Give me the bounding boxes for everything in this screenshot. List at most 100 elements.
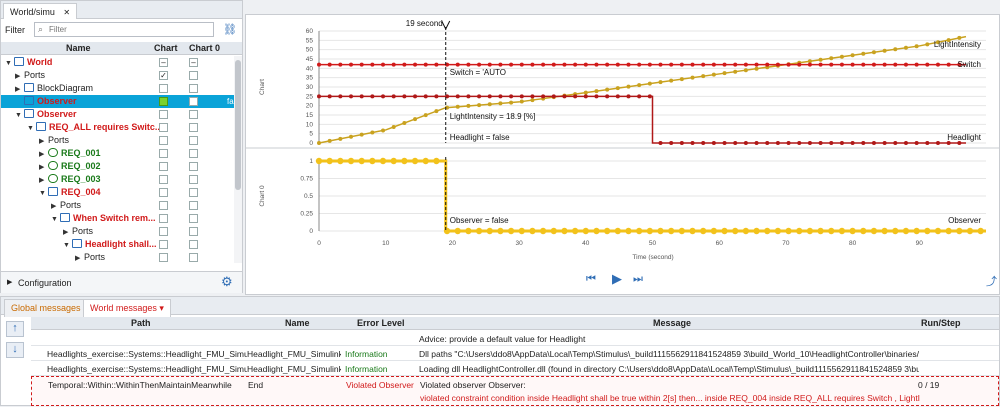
data-point: [477, 103, 482, 108]
col-message[interactable]: Message: [653, 317, 691, 329]
tree-row-label: Headlight shall...: [85, 239, 157, 249]
tree-row[interactable]: ▼ World – –: [1, 56, 234, 69]
col-name[interactable]: Name: [285, 317, 310, 329]
chart-checkbox[interactable]: [159, 84, 168, 93]
chart-checkbox[interactable]: [189, 162, 198, 171]
chart-checkbox[interactable]: [189, 214, 198, 223]
message-row[interactable]: Headlights_exercise::Systems::Headlight_…: [31, 361, 999, 376]
chart-checkbox[interactable]: [159, 136, 168, 145]
tab-world-simu[interactable]: World/simu ✕: [3, 3, 78, 19]
data-point: [775, 62, 780, 67]
chart-checkbox[interactable]: ✓: [189, 97, 198, 106]
x-tick-label: 10: [382, 240, 390, 247]
y-tick-label: 50: [306, 47, 314, 54]
chart-checkbox[interactable]: [159, 227, 168, 236]
tree-row[interactable]: ▶ REQ_001: [1, 147, 234, 160]
chart-checkbox[interactable]: [189, 201, 198, 210]
block-icon: [24, 109, 34, 118]
data-point: [498, 101, 503, 106]
chart-checkbox[interactable]: [189, 175, 198, 184]
block-icon: [48, 174, 58, 183]
data-point: [733, 141, 738, 145]
chart-checkbox[interactable]: [189, 136, 198, 145]
rewind-button[interactable]: ⏮: [586, 273, 596, 286]
chart-checkbox[interactable]: [189, 240, 198, 249]
chevron-right-icon[interactable]: ▶: [75, 252, 84, 263]
data-point: [509, 94, 514, 99]
col-run-step[interactable]: Run/Step: [921, 317, 961, 329]
data-point: [710, 227, 718, 235]
chart-checkbox[interactable]: [189, 149, 198, 158]
chart-checkbox[interactable]: [159, 110, 168, 119]
tree-row[interactable]: ▶ REQ_003: [1, 173, 234, 186]
tree-row[interactable]: ▶ Ports: [1, 134, 234, 147]
data-point: [850, 62, 855, 67]
chart-checkbox[interactable]: [189, 188, 198, 197]
tab-world-messages[interactable]: World messages ▾: [83, 299, 171, 317]
chart-checkbox[interactable]: [159, 123, 168, 132]
tree-row[interactable]: ▼ REQ_004: [1, 186, 234, 199]
scrollbar-thumb[interactable]: [235, 60, 241, 190]
data-point: [605, 87, 610, 92]
block-icon: [60, 213, 70, 222]
chart-checkbox[interactable]: [159, 149, 168, 158]
tree-row[interactable]: ▶ BlockDiagram: [1, 82, 234, 95]
tree-row[interactable]: ▶ Ports: [1, 251, 234, 263]
col-error-level[interactable]: Error Level: [357, 317, 405, 329]
data-point: [818, 57, 823, 62]
tree-row[interactable]: ▼ REQ_ALL requires Switc...: [1, 121, 234, 134]
play-button[interactable]: ▶: [612, 271, 622, 287]
chart-checkbox[interactable]: [159, 201, 168, 210]
close-icon[interactable]: ✕: [63, 8, 70, 17]
link-icon[interactable]: ⛓: [223, 23, 237, 36]
chart-checkbox[interactable]: [189, 253, 198, 262]
col-chart[interactable]: Chart: [154, 42, 178, 54]
tree-row[interactable]: Observer ✓ fal: [1, 95, 234, 108]
chart-checkbox[interactable]: [189, 71, 198, 80]
chart-checkbox[interactable]: [189, 227, 198, 236]
chart-checkbox[interactable]: –: [189, 58, 198, 67]
filter-input[interactable]: [49, 24, 209, 35]
data-point: [603, 227, 611, 235]
chart-checkbox[interactable]: [159, 214, 168, 223]
chart-checkbox[interactable]: [189, 84, 198, 93]
tab-global-messages[interactable]: Global messages ▾: [4, 299, 95, 317]
col-path[interactable]: Path: [131, 317, 151, 329]
data-point: [423, 113, 428, 118]
down-arrow-button[interactable]: ↓: [6, 342, 24, 358]
col-name[interactable]: Name: [66, 42, 91, 54]
data-point: [349, 62, 354, 67]
up-arrow-button[interactable]: ↑: [6, 321, 24, 337]
chart-checkbox[interactable]: [159, 97, 168, 106]
configuration-row[interactable]: ▶ Configuration ⚙: [1, 271, 242, 293]
chart-checkbox[interactable]: [159, 253, 168, 262]
chart-checkbox[interactable]: [159, 188, 168, 197]
messages-body: Advice: provide a default value for Head…: [31, 331, 999, 407]
export-icon[interactable]: ⤴: [986, 273, 997, 289]
data-point: [903, 141, 908, 145]
chart-checkbox[interactable]: –: [159, 58, 168, 67]
message-row[interactable]: Temporal::Within::WithinThenMaintainMean…: [31, 376, 999, 406]
chart-checkbox[interactable]: [189, 110, 198, 119]
tree-row[interactable]: ▼ When Switch rem...: [1, 212, 234, 225]
chart-checkbox[interactable]: [159, 175, 168, 184]
settings-icon[interactable]: ⚙: [221, 274, 233, 290]
tree-row[interactable]: ▶ Ports: [1, 225, 234, 238]
col-chart0[interactable]: Chart 0: [189, 42, 220, 54]
chart-checkbox[interactable]: [159, 240, 168, 249]
message-row[interactable]: Advice: provide a default value for Head…: [31, 331, 999, 346]
tree-row[interactable]: ▼ Observer: [1, 108, 234, 121]
tree-scrollbar[interactable]: [234, 56, 242, 263]
data-point: [402, 121, 407, 126]
data-point: [401, 157, 408, 165]
chart-checkbox[interactable]: [189, 123, 198, 132]
chart-checkbox[interactable]: [159, 162, 168, 171]
tree-row[interactable]: ▼ Headlight shall...: [1, 238, 234, 251]
data-point: [317, 62, 321, 67]
message-row[interactable]: Headlights_exercise::Systems::Headlight_…: [31, 346, 999, 361]
step-button[interactable]: ⏭: [633, 273, 643, 286]
tree-row[interactable]: ▶ REQ_002: [1, 160, 234, 173]
chart-checkbox[interactable]: ✓: [159, 71, 168, 80]
tree-row[interactable]: ▶ Ports ✓: [1, 69, 234, 82]
tree-row[interactable]: ▶ Ports: [1, 199, 234, 212]
